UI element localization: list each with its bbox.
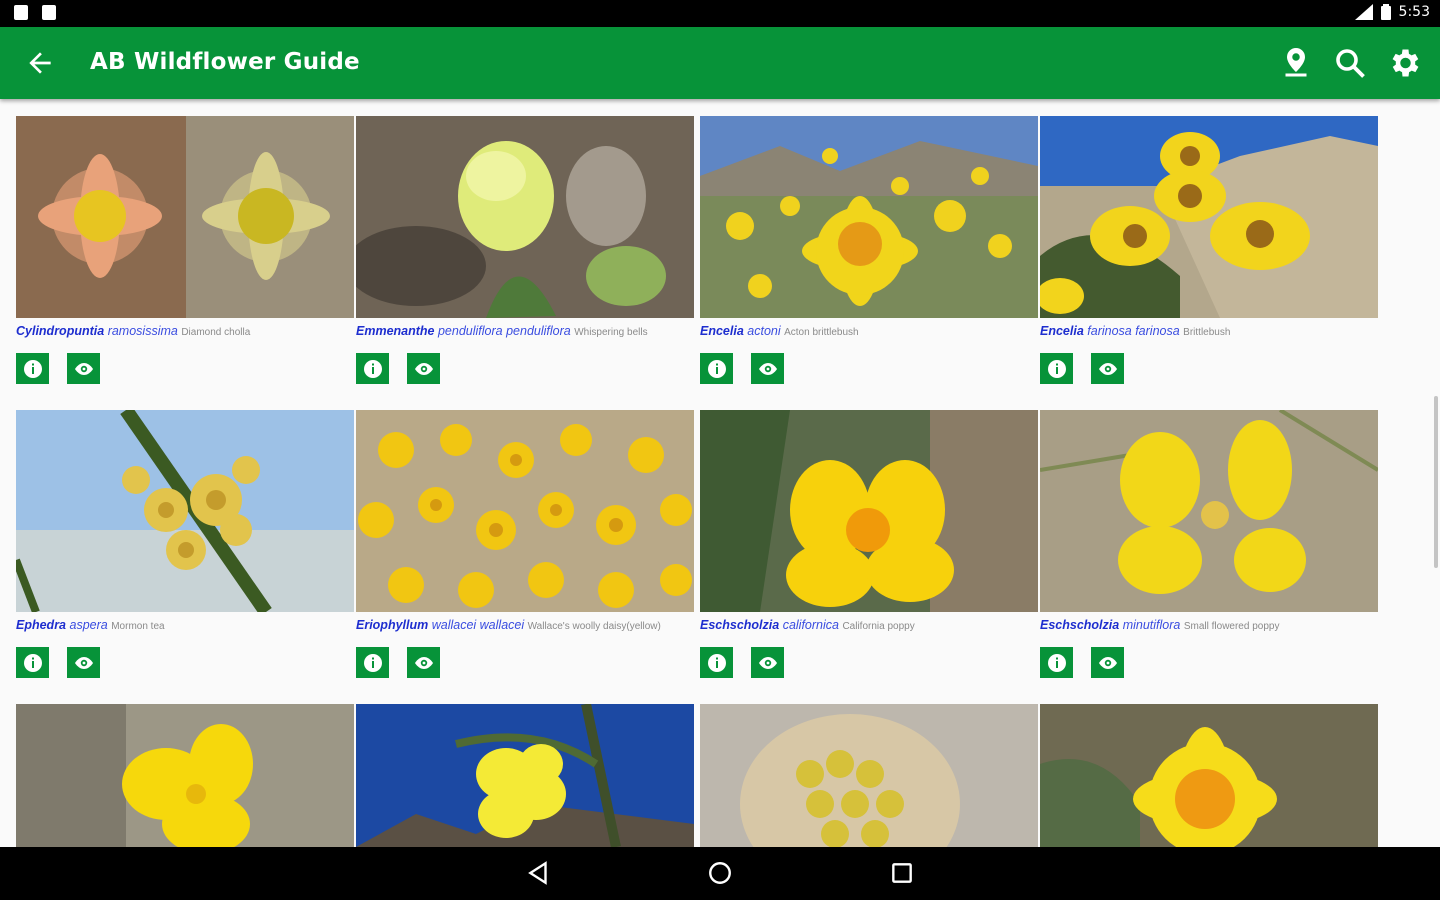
search-icon[interactable] (1332, 45, 1368, 81)
species-label: farinosa farinosa (1087, 324, 1180, 338)
species-caption: Eriophyllum wallacei wallacei Wallace's … (356, 618, 716, 632)
home-circle-icon[interactable] (707, 860, 733, 886)
species-label: actoni (747, 324, 781, 338)
recents-square-icon[interactable] (889, 860, 915, 886)
genus-label: Cylindropuntia (16, 324, 105, 338)
species-caption: Encelia actoni Acton brittlebush (700, 324, 1060, 338)
back-triangle-icon[interactable] (526, 860, 552, 886)
navigation-bar (0, 847, 1440, 900)
info-button[interactable] (356, 647, 389, 678)
view-photo-button[interactable] (1091, 647, 1124, 678)
species-label: penduliflora penduliflora (437, 324, 571, 338)
settings-gear-icon[interactable] (1386, 45, 1422, 81)
info-button[interactable] (1040, 353, 1073, 384)
info-button[interactable] (16, 647, 49, 678)
eye-icon (1099, 657, 1117, 669)
eye-icon (415, 363, 433, 375)
species-caption: Eschscholzia californica California popp… (700, 618, 1060, 632)
species-photo[interactable] (1040, 410, 1378, 612)
species-photo[interactable] (700, 410, 1038, 612)
info-button[interactable] (700, 353, 733, 384)
genus-label: Emmenanthe (356, 324, 435, 338)
map-pin-icon[interactable] (1278, 45, 1314, 81)
species-photo[interactable] (1040, 704, 1378, 847)
species-photo[interactable] (700, 116, 1038, 318)
eye-icon (415, 657, 433, 669)
common-name: Small flowered poppy (1183, 621, 1280, 632)
species-label: californica (782, 618, 839, 632)
species-photo[interactable] (16, 704, 354, 847)
note-icon (42, 5, 56, 20)
eye-icon (759, 657, 777, 669)
species-photo[interactable] (356, 410, 694, 612)
app-bar: AB Wildflower Guide (0, 27, 1440, 99)
info-button[interactable] (1040, 647, 1073, 678)
species-photo[interactable] (16, 116, 354, 318)
species-caption: Encelia farinosa farinosa Brittlebush (1040, 324, 1400, 338)
species-label: ramosissima (107, 324, 178, 338)
species-photo[interactable] (1040, 116, 1378, 318)
info-icon (364, 360, 382, 378)
genus-label: Eschscholzia (700, 618, 780, 632)
view-photo-button[interactable] (751, 353, 784, 384)
status-notifications (14, 5, 56, 20)
species-caption: Ephedra aspera Mormon tea (16, 618, 376, 632)
view-photo-button[interactable] (67, 353, 100, 384)
common-name: Wallace's woolly daisy(yellow) (527, 621, 661, 632)
info-icon (708, 360, 726, 378)
common-name: Brittlebush (1183, 327, 1231, 338)
eye-icon (75, 657, 93, 669)
genus-label: Eriophyllum (356, 618, 429, 632)
signal-icon (1354, 4, 1373, 20)
genus-label: Encelia (1040, 324, 1084, 338)
info-icon (24, 654, 42, 672)
view-photo-button[interactable] (67, 647, 100, 678)
info-button[interactable] (700, 647, 733, 678)
battery-icon (1380, 4, 1391, 20)
species-photo[interactable] (356, 704, 694, 847)
eye-icon (759, 363, 777, 375)
species-caption: Eschscholzia minutiflora Small flowered … (1040, 618, 1400, 632)
scrollbar-thumb[interactable] (1434, 396, 1438, 568)
genus-label: Encelia (700, 324, 744, 338)
info-button[interactable] (356, 353, 389, 384)
species-photo[interactable] (16, 410, 354, 612)
genus-label: Ephedra (16, 618, 67, 632)
common-name: Whispering bells (574, 327, 648, 338)
species-photo[interactable] (700, 704, 1038, 847)
common-name: California poppy (842, 621, 915, 632)
species-label: minutiflora (1122, 618, 1181, 632)
info-icon (1048, 360, 1066, 378)
common-name: Diamond cholla (181, 327, 251, 338)
back-arrow-icon[interactable] (24, 47, 56, 79)
view-photo-button[interactable] (407, 353, 440, 384)
species-caption: Cylindropuntia ramosissima Diamond choll… (16, 324, 376, 338)
view-photo-button[interactable] (1091, 353, 1124, 384)
view-photo-button[interactable] (751, 647, 784, 678)
common-name: Acton brittlebush (784, 327, 859, 338)
info-button[interactable] (16, 353, 49, 384)
status-bar: 5:53 (0, 0, 1440, 27)
eye-icon (1099, 363, 1117, 375)
status-time: 5:53 (1398, 4, 1430, 20)
species-label: wallacei wallacei (431, 618, 525, 632)
common-name: Mormon tea (111, 621, 165, 632)
info-icon (1048, 654, 1066, 672)
species-photo[interactable] (356, 116, 694, 318)
info-icon (24, 360, 42, 378)
species-label: aspera (69, 618, 108, 632)
info-icon (708, 654, 726, 672)
view-photo-button[interactable] (407, 647, 440, 678)
genus-label: Eschscholzia (1040, 618, 1120, 632)
species-caption: Emmenanthe penduliflora penduliflora Whi… (356, 324, 716, 338)
eye-icon (75, 363, 93, 375)
note-icon (14, 5, 28, 20)
app-title: AB Wildflower Guide (90, 49, 360, 75)
info-icon (364, 654, 382, 672)
